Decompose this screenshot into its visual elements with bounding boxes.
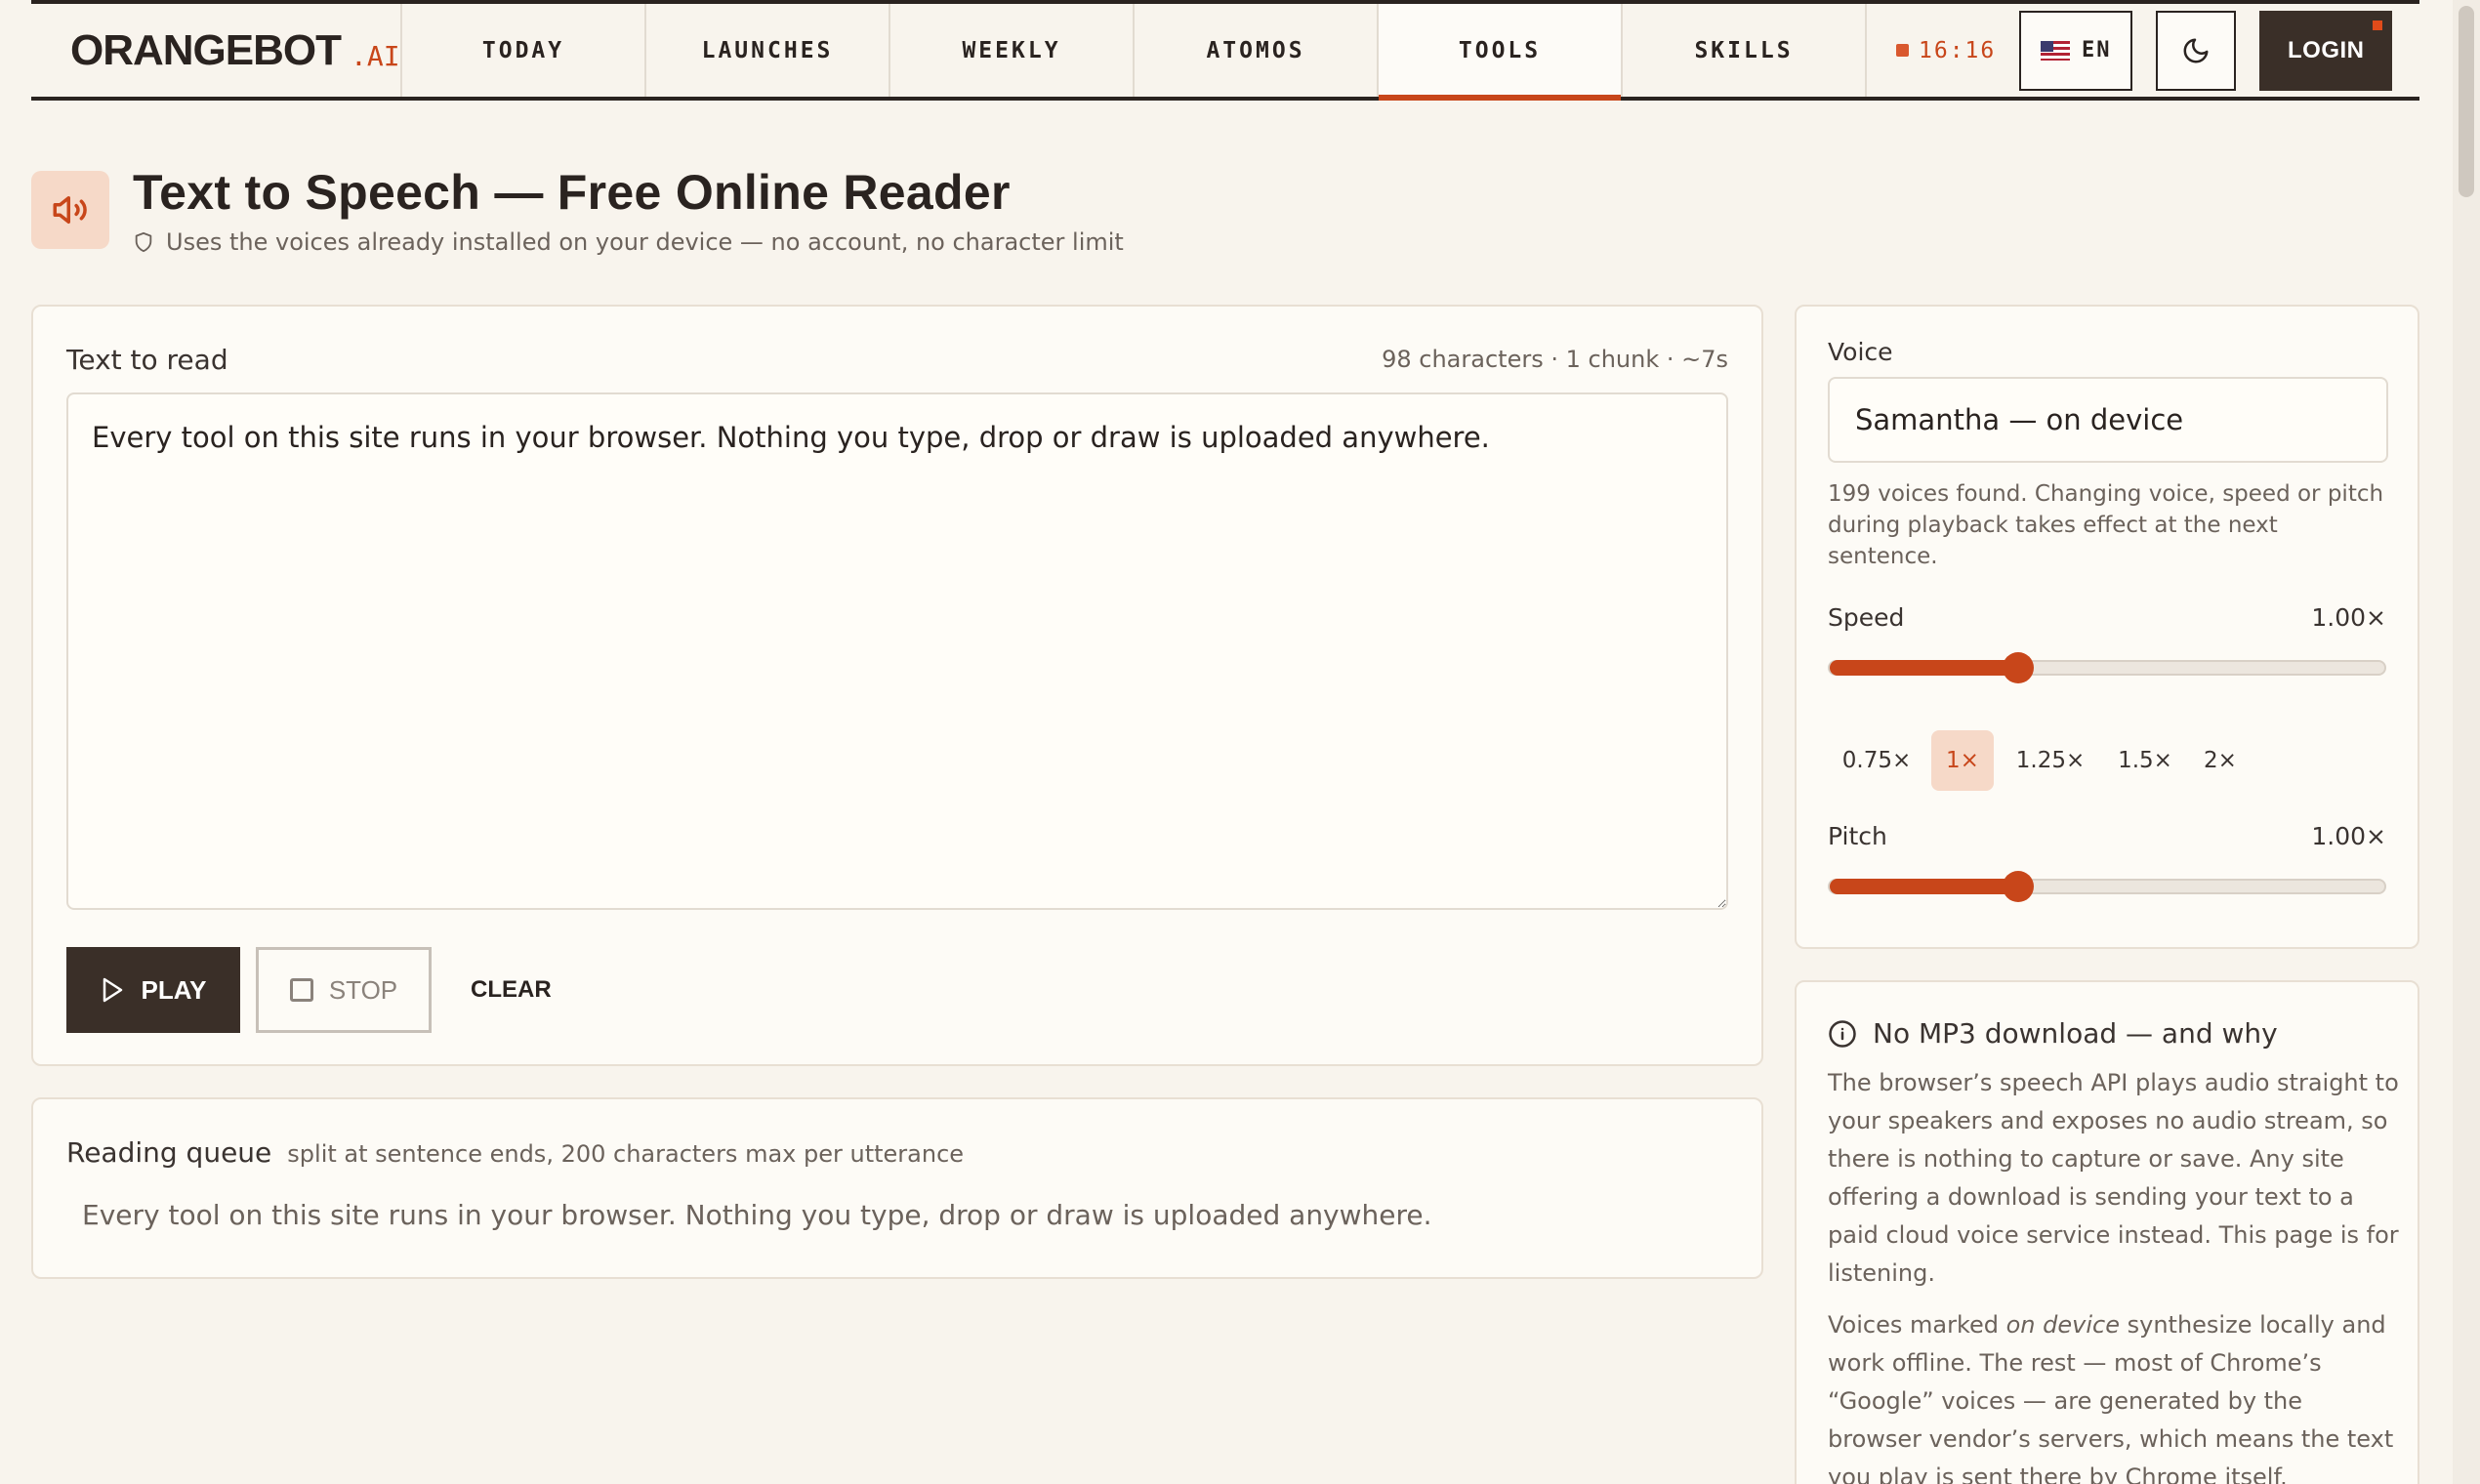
login-label: LOGIN: [2288, 36, 2365, 63]
nav-tab-tools[interactable]: TOOLS: [1379, 4, 1623, 101]
play-button[interactable]: PLAY: [66, 947, 240, 1033]
pitch-slider[interactable]: [1828, 871, 2386, 902]
pitch-slider-fill: [1830, 879, 2019, 894]
text-input-label: Text to read: [66, 344, 228, 376]
logo[interactable]: ORANGEBOT .AI: [31, 4, 402, 97]
language-button[interactable]: EN: [2019, 10, 2133, 91]
page-title: Text to Speech — Free Online Reader: [133, 165, 1011, 220]
queue-header: Reading queue split at sentence ends, 20…: [66, 1136, 964, 1169]
speed-label: Speed: [1828, 603, 1905, 632]
info-paragraph-2: Voices marked on device synthesize local…: [1828, 1306, 2400, 1484]
us-flag-icon: [2041, 40, 2070, 61]
queue-item: Every tool on this site runs in your bro…: [82, 1199, 1432, 1231]
nav-tab-today[interactable]: TODAY: [402, 4, 646, 97]
stop-icon: [289, 978, 313, 1002]
speed-slider-fill: [1830, 660, 2019, 676]
nav-actions: 16:16 EN LOGIN: [1867, 4, 2393, 97]
play-label: PLAY: [141, 974, 207, 1005]
stop-label: STOP: [328, 974, 398, 1005]
info-icon: [1829, 1019, 1856, 1048]
speed-preset-2[interactable]: 2×: [2191, 730, 2250, 791]
speed-preset-0.75[interactable]: 0.75×: [1828, 730, 1925, 791]
nav-tab-atomos[interactable]: ATOMOS: [1135, 4, 1379, 97]
speed-slider[interactable]: [1828, 652, 2386, 683]
page-subtitle: Uses the voices already installed on you…: [133, 228, 1124, 256]
theme-toggle-button[interactable]: [2156, 10, 2237, 91]
on-device-emphasis: on device: [2005, 1311, 2120, 1339]
speaker-icon: [31, 171, 109, 249]
speed-preset-1[interactable]: 1×: [1931, 730, 1994, 791]
subtitle-text: Uses the voices already installed on you…: [166, 228, 1124, 256]
voice-select[interactable]: Samantha — on device: [1828, 377, 2388, 463]
nav-tab-skills[interactable]: SKILLS: [1623, 4, 1867, 97]
pitch-value: 1.00×: [2311, 822, 2386, 850]
speed-preset-1.5[interactable]: 1.5×: [2107, 730, 2183, 791]
speed-slider-thumb[interactable]: [2003, 652, 2035, 683]
top-nav: ORANGEBOT .AI TODAY LAUNCHES WEEKLY ATOM…: [31, 0, 2419, 101]
text-stats: 98 characters · 1 chunk · ~7s: [1382, 346, 1728, 373]
shield-icon: [135, 231, 152, 253]
logo-suffix: .AI: [351, 40, 400, 72]
info-card: No MP3 download — and why The browser’s …: [1795, 980, 2419, 1484]
voice-help-text: 199 voices found. Changing voice, speed …: [1828, 481, 2384, 569]
logo-text: ORANGEBOT: [70, 25, 342, 74]
clear-button[interactable]: CLEAR: [471, 947, 552, 1033]
nav-tab-weekly[interactable]: WEEKLY: [890, 4, 1135, 97]
speed-preset-1.25[interactable]: 1.25×: [2002, 730, 2099, 791]
language-label: EN: [2082, 38, 2112, 62]
notification-dot: [2373, 20, 2383, 30]
moon-icon: [2183, 38, 2209, 62]
info-paragraph-1: The browser’s speech API plays audio str…: [1828, 1069, 2399, 1287]
page-scrollbar[interactable]: [2453, 0, 2480, 1484]
pitch-label: Pitch: [1828, 822, 1887, 850]
login-button[interactable]: LOGIN: [2259, 10, 2393, 91]
clock-time: 16:16: [1919, 37, 1997, 63]
editor-card: Text to read 98 characters · 1 chunk · ~…: [31, 305, 1763, 1066]
clock: 16:16: [1896, 38, 1996, 63]
speed-value: 1.00×: [2311, 603, 2386, 632]
info-title: No MP3 download — and why: [1873, 1017, 2278, 1050]
queue-title: Reading queue: [66, 1136, 272, 1169]
settings-card: Voice Samantha — on device 199 voices fo…: [1795, 305, 2419, 949]
queue-note: split at sentence ends, 200 characters m…: [287, 1140, 965, 1168]
info-para2-start: Voices marked: [1828, 1311, 2006, 1339]
info-header: No MP3 download — and why: [1828, 1017, 2278, 1050]
nav-tab-launches[interactable]: LAUNCHES: [646, 4, 890, 97]
text-input[interactable]: Every tool on this site runs in your bro…: [66, 392, 1728, 910]
stop-button[interactable]: STOP: [256, 947, 432, 1033]
scrollbar-thumb[interactable]: [2459, 6, 2474, 197]
pitch-slider-thumb[interactable]: [2003, 871, 2035, 902]
voice-label: Voice: [1828, 338, 1893, 366]
reading-queue-card: Reading queue split at sentence ends, 20…: [31, 1097, 1763, 1279]
clock-indicator-icon: [1896, 44, 1909, 57]
play-icon: [103, 977, 122, 1003]
